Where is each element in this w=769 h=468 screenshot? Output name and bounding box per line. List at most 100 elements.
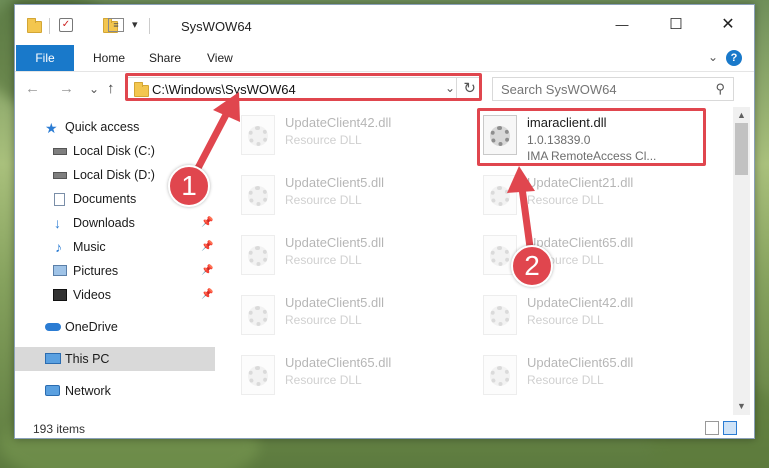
file-explorer-window: ✓ ≡ ▾ SysWOW64 — ☐ ✕ File Home Share Vie… <box>14 4 755 439</box>
file-item-imaraclient[interactable]: imaraclient.dll 1.0.13839.0 IMA RemoteAc… <box>479 109 709 165</box>
file-description: Resource DLL <box>285 253 362 267</box>
sidebar-item-network[interactable]: Network <box>15 379 215 403</box>
sidebar-item-this-pc[interactable]: This PC <box>15 347 215 371</box>
pin-icon[interactable]: 📌 <box>201 211 213 235</box>
file-item[interactable]: UpdateClient42.dll Resource DLL <box>237 109 467 165</box>
pictures-icon <box>53 265 67 276</box>
sidebar-item-label: Local Disk (D:) <box>73 168 155 182</box>
pin-icon[interactable]: 📌 <box>201 283 213 307</box>
dll-file-icon <box>241 115 275 155</box>
file-item[interactable]: UpdateClient42.dll Resource DLL <box>479 289 709 345</box>
videos-icon <box>53 289 67 301</box>
dll-file-icon <box>241 175 275 215</box>
customize-qat-icon[interactable]: ≡ <box>108 18 124 32</box>
gear-icon <box>490 366 510 386</box>
file-name: UpdateClient5.dll <box>285 295 385 310</box>
item-count: 193 items <box>33 422 86 436</box>
address-path: C:\Windows\SysWOW64 <box>152 82 296 97</box>
network-icon <box>45 385 60 396</box>
sidebar-item-pictures[interactable]: Pictures 📌 <box>15 259 215 283</box>
search-icon[interactable]: ⚲ <box>715 81 725 97</box>
file-name: UpdateClient65.dll <box>527 355 634 370</box>
gear-icon <box>490 126 510 146</box>
file-item[interactable]: UpdateClient5.dll Resource DLL <box>237 289 467 345</box>
sidebar-item-label: Documents <box>73 192 137 206</box>
scroll-down-icon[interactable]: ▼ <box>733 398 750 415</box>
refresh-button[interactable]: ↻ <box>463 79 476 97</box>
back-button[interactable]: ← <box>25 80 40 97</box>
dll-file-icon <box>483 175 517 215</box>
file-name: UpdateClient42.dll <box>527 295 634 310</box>
folder-icon <box>27 18 42 33</box>
status-bar: 193 items <box>15 417 754 438</box>
sidebar-item-downloads[interactable]: ↓ Downloads 📌 <box>15 211 215 235</box>
ribbon-tabs: File Home Share View ⌄ ? <box>15 45 754 71</box>
tab-view[interactable]: View <box>193 45 247 71</box>
drive-icon <box>53 172 67 179</box>
file-description: IMA RemoteAccess Cl... <box>527 149 657 163</box>
file-item[interactable]: UpdateClient5.dll Resource DLL <box>237 169 467 225</box>
details-view-icon[interactable] <box>705 421 719 435</box>
dll-file-icon <box>483 295 517 335</box>
address-bar[interactable]: C:\Windows\SysWOW64 ⌄ ↻ <box>127 77 480 101</box>
file-name: UpdateClient65.dll <box>285 355 392 370</box>
vertical-scrollbar[interactable]: ▲ ▼ <box>733 107 750 415</box>
sidebar-item-quick-access[interactable]: ★ Quick access <box>15 115 215 139</box>
close-button[interactable]: ✕ <box>705 12 751 38</box>
navigation-pane: ★ Quick access Local Disk (C:) Local Dis… <box>15 107 215 407</box>
file-list: UpdateClient42.dll Resource DLL imaracli… <box>227 107 732 407</box>
sidebar-item-label: This PC <box>65 352 110 366</box>
tab-home[interactable]: Home <box>79 45 139 71</box>
sidebar-item-local-disk-c[interactable]: Local Disk (C:) <box>15 139 215 163</box>
sidebar-item-label: Local Disk (C:) <box>73 144 155 158</box>
sidebar-item-label: OneDrive <box>65 320 118 334</box>
gear-icon <box>490 306 510 326</box>
file-name: UpdateClient42.dll <box>285 115 392 130</box>
chevron-down-icon[interactable]: ▾ <box>132 18 138 34</box>
separator <box>149 18 150 34</box>
file-item[interactable]: UpdateClient21.dll Resource DLL <box>479 169 709 225</box>
properties-icon[interactable]: ✓ <box>59 18 73 32</box>
pin-icon[interactable]: 📌 <box>201 259 213 283</box>
scroll-up-icon[interactable]: ▲ <box>733 107 750 124</box>
tab-file[interactable]: File <box>16 45 74 71</box>
sidebar-item-label: Downloads <box>73 216 135 230</box>
sidebar-item-music[interactable]: ♪ Music 📌 <box>15 235 215 259</box>
pin-icon[interactable]: 📌 <box>201 235 213 259</box>
dll-file-icon <box>241 355 275 395</box>
search-input[interactable] <box>501 79 701 99</box>
file-item[interactable]: UpdateClient65.dll Resource DLL <box>237 349 467 405</box>
file-item[interactable]: UpdateClient65.dll Resource DLL <box>479 349 709 405</box>
star-icon: ★ <box>45 120 58 136</box>
file-item[interactable]: UpdateClient5.dll Resource DLL <box>237 229 467 285</box>
help-icon[interactable]: ? <box>726 50 742 66</box>
sidebar-item-videos[interactable]: Videos 📌 <box>15 283 215 307</box>
sidebar-item-onedrive[interactable]: OneDrive <box>15 315 215 339</box>
tab-share[interactable]: Share <box>135 45 195 71</box>
gear-icon <box>490 246 510 266</box>
file-description: Resource DLL <box>527 373 604 387</box>
dll-file-icon <box>483 355 517 395</box>
gear-icon <box>248 306 268 326</box>
gear-icon <box>248 366 268 386</box>
large-icons-view-icon[interactable] <box>723 421 737 435</box>
file-description: Resource DLL <box>527 193 604 207</box>
up-button[interactable]: ↑ <box>107 80 115 97</box>
search-box[interactable]: ⚲ <box>492 77 734 101</box>
ribbon-expand-icon[interactable]: ⌄ <box>708 50 718 64</box>
sidebar-item-label: Videos <box>73 288 111 302</box>
maximize-button[interactable]: ☐ <box>653 12 699 38</box>
separator <box>49 18 50 34</box>
gear-icon <box>248 246 268 266</box>
address-dropdown-icon[interactable]: ⌄ <box>445 81 455 95</box>
file-description: Resource DLL <box>285 193 362 207</box>
window-title: SysWOW64 <box>181 19 252 34</box>
address-row: ← → ⌄ ↑ C:\Windows\SysWOW64 ⌄ ↻ ⚲ <box>15 71 754 107</box>
minimize-button[interactable]: — <box>599 12 645 38</box>
dll-file-icon <box>483 115 517 155</box>
file-description: Resource DLL <box>527 313 604 327</box>
recent-locations-button[interactable]: ⌄ <box>89 82 99 96</box>
scrollbar-thumb[interactable] <box>735 123 748 175</box>
forward-button[interactable]: → <box>59 80 74 97</box>
music-icon: ♪ <box>55 239 62 255</box>
